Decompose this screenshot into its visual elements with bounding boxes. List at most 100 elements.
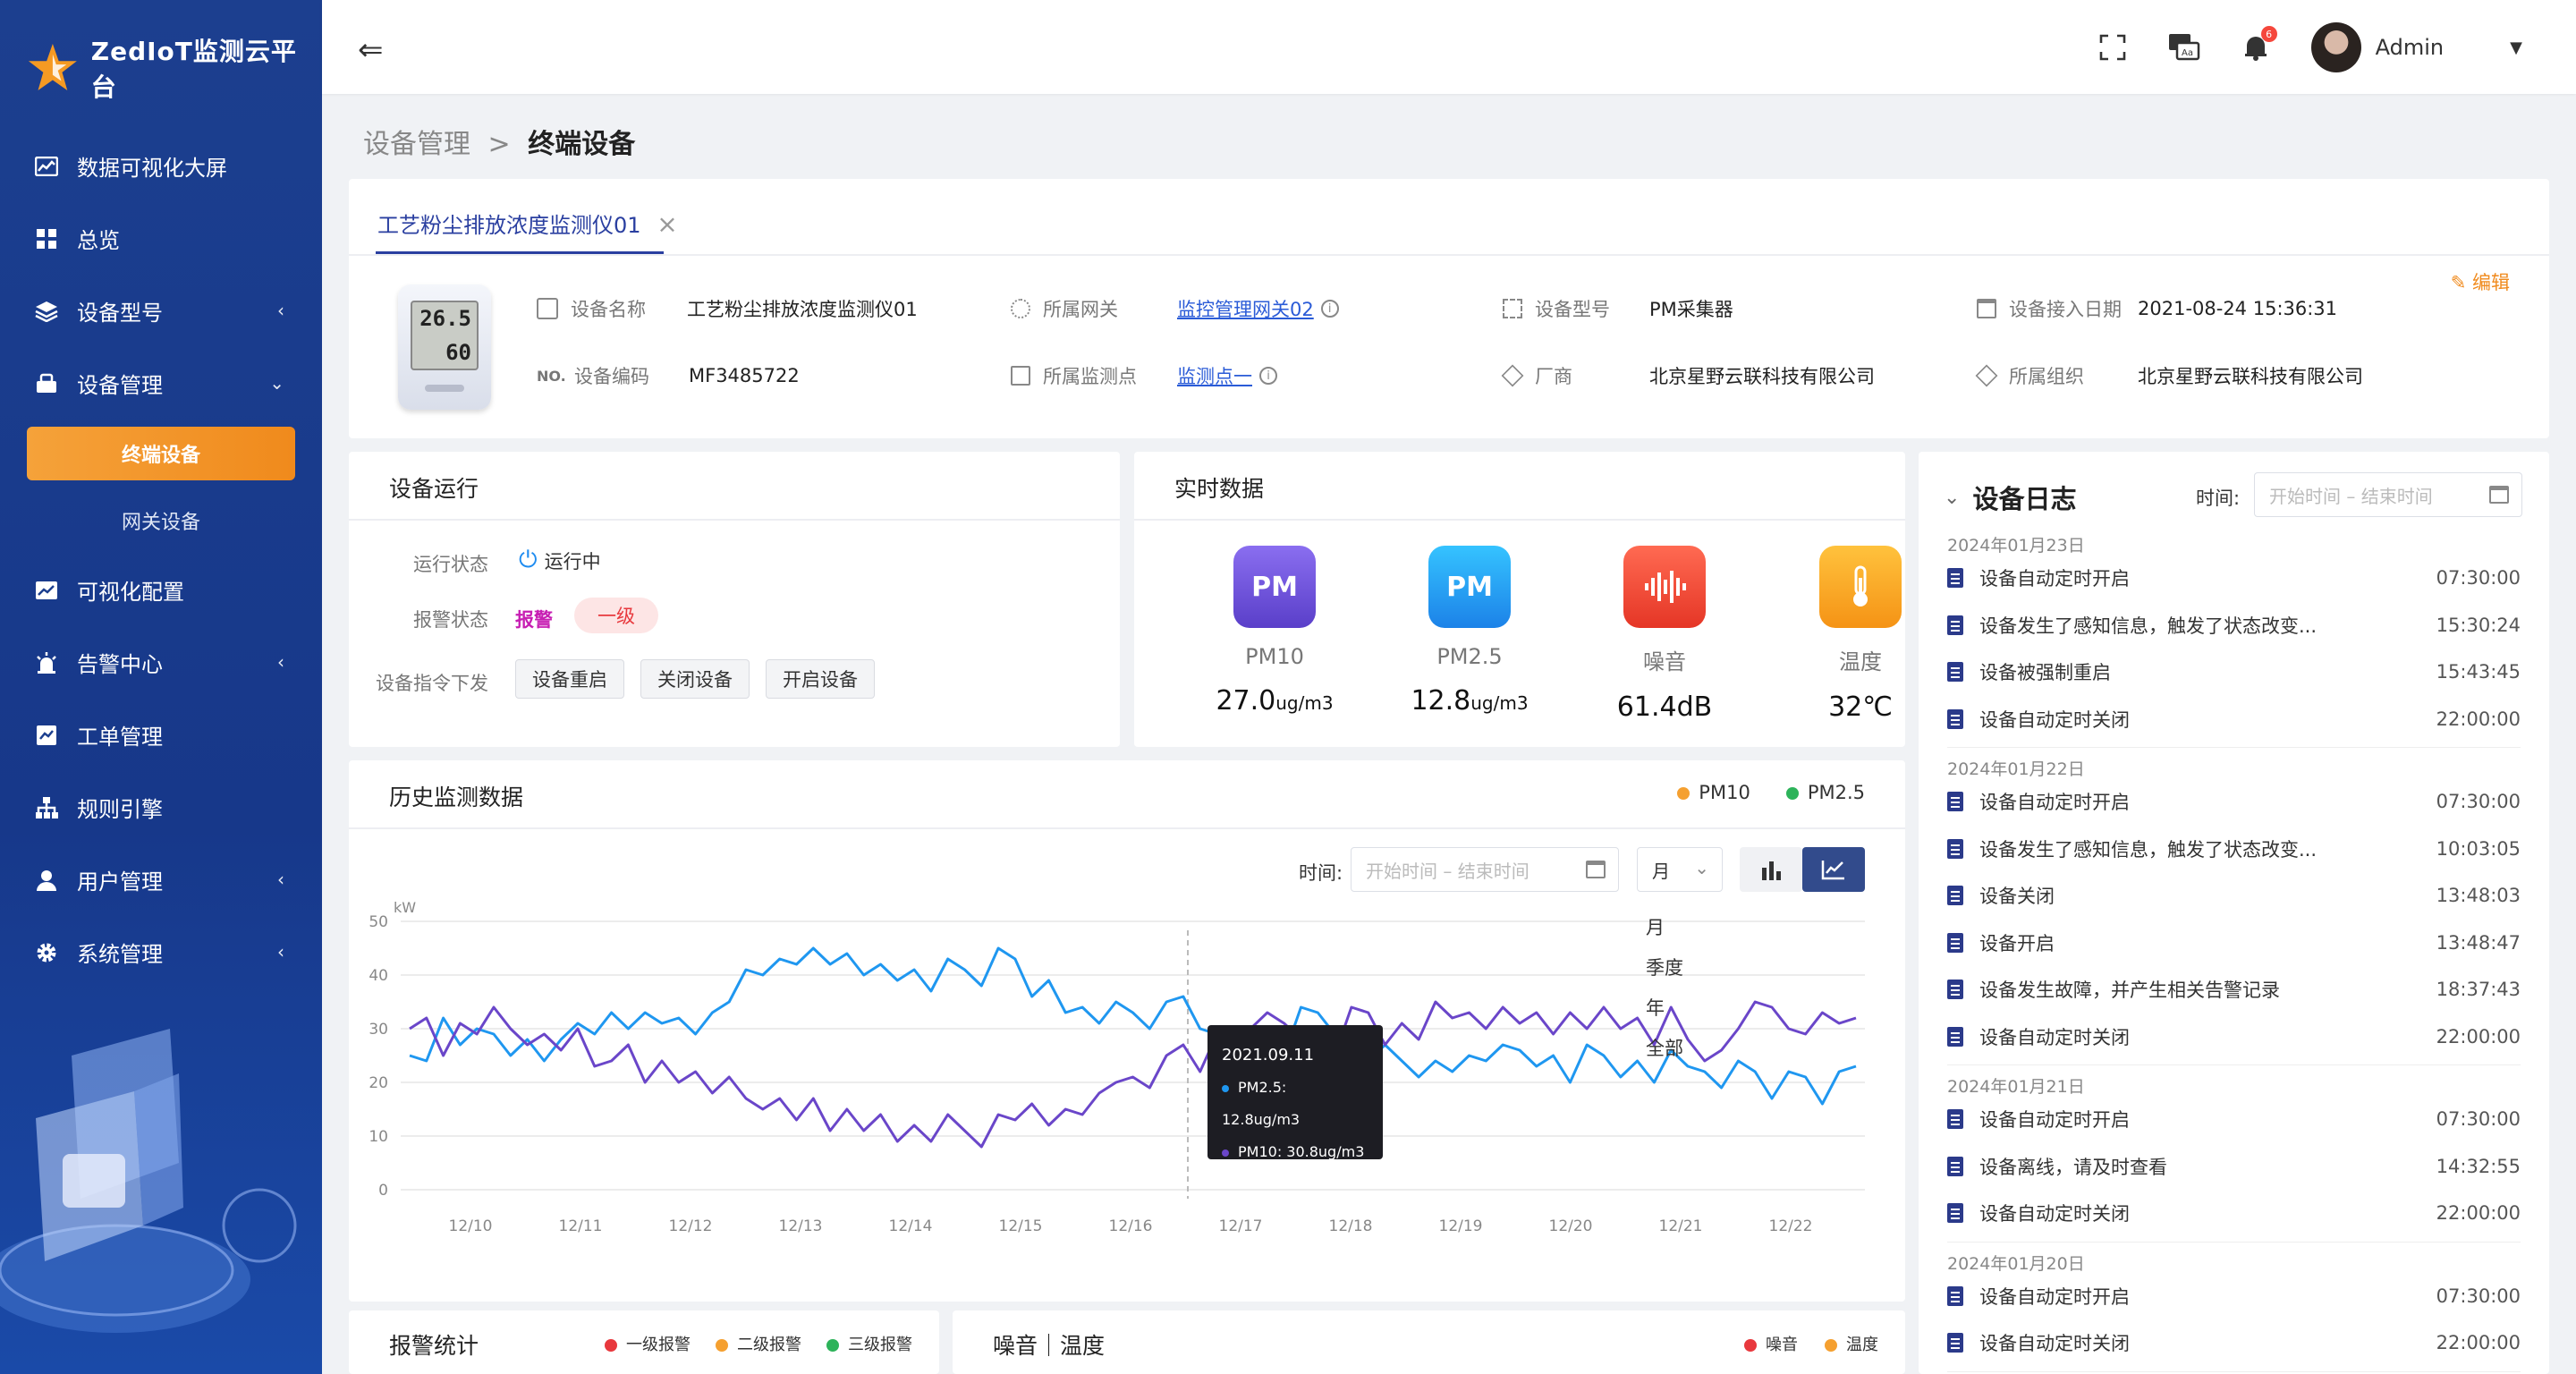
bell-icon[interactable]: 6 [2240,26,2277,64]
run-status-label: 运行状态 [413,554,488,575]
sidebar-item-label: 系统管理 [77,942,163,967]
line-chart-toggle[interactable] [1802,847,1865,892]
sidebar-item-rules[interactable]: 规则引擎 [0,771,322,844]
y-tick-label: 40 [369,967,388,985]
tooltip-row-pm25: PM2.5: 12.8ug/m3 [1222,1072,1368,1136]
file-icon [1947,1285,1963,1306]
sidebar-item-device-manage[interactable]: 设备管理 ⌄ [0,347,322,420]
sidebar-item-workorder[interactable]: 工单管理 [0,699,322,771]
top-bar-actions: Aa 6 Admin ▼ [2097,18,2522,77]
info-icon[interactable]: i [1259,367,1277,385]
log-time: 14:32:55 [2436,1155,2521,1177]
shutdown-button[interactable]: 关闭设备 [640,659,750,699]
log-time: 18:37:43 [2436,979,2521,1000]
metric-name: 噪音 [1643,649,1686,674]
legend-level-3[interactable]: 三级报警 [826,1332,912,1355]
log-row[interactable]: 设备自动定时开启 07:30:00 [1947,555,2521,601]
log-row[interactable]: 设备自动定时关闭 22:00:00 [1947,1190,2521,1236]
collapse-menu-icon[interactable]: ⇐ [358,32,384,68]
tooltip-pm10: PM10: 30.8ug/m3 [1238,1143,1365,1160]
log-date-range-input[interactable]: 开始时间 – 结束时间 [2254,472,2522,517]
log-row[interactable]: 设备自动定时开启 07:30:00 [1947,1273,2521,1319]
restart-button[interactable]: 设备重启 [515,659,624,699]
log-row[interactable]: 设备发生了感知信息，触发了状态改变... 15:30:24 [1947,602,2521,649]
fullscreen-icon[interactable] [2097,31,2129,64]
breadcrumb-parent[interactable]: 设备管理 [363,129,470,160]
log-row[interactable]: 设备被强制重启 15:43:45 [1947,649,2521,695]
user-name[interactable]: Admin [2376,35,2445,60]
period-option-all[interactable]: 全部 [1646,1029,1683,1069]
sidebar-item-visual-config[interactable]: 可视化配置 [0,554,322,626]
sidebar-subitem-gateway[interactable]: 网关设备 [0,487,322,554]
caret-down-icon[interactable]: ▼ [2510,38,2522,57]
log-row[interactable]: 设备发生了感知信息，触发了状态改变... 10:03:05 [1947,826,2521,872]
log-row[interactable]: 设备离线，请及时查看 14:32:55 [1947,1143,2521,1190]
legend-pm25[interactable]: PM2.5 [1785,782,1865,803]
device-lcd-reading-b: 60 [445,340,471,365]
log-row[interactable]: 设备自动定时关闭 22:00:00 [1947,1319,2521,1366]
breadcrumb-current: 终端设备 [528,129,636,160]
gateway-link[interactable]: 监控管理网关02 [1177,295,1314,322]
log-row[interactable]: 设备开启 13:48:47 [1947,920,2521,966]
monitor-point-link[interactable]: 监测点一 [1177,362,1252,389]
tab-device[interactable]: 工艺粉尘排放浓度监测仪01 × [377,208,678,239]
sidebar-subitem-terminal[interactable]: 终端设备 [27,426,295,480]
device-info-card: 工艺粉尘排放浓度监测仪01 × ✎ 编辑 26.5 60 设备名称 工艺粉尘排放… [349,179,2549,438]
device-name-label: 设备名称 [571,299,646,320]
command-label: 设备指令下发 [376,673,488,694]
sidebar-item-users[interactable]: 用户管理 ‹ [0,844,322,916]
language-icon[interactable]: Aa [2168,31,2200,64]
log-header[interactable]: ⌄ 设备日志 [1944,479,2076,516]
monitor-point-icon [1011,366,1030,386]
legend-pm10[interactable]: PM10 [1677,782,1750,803]
chart-tooltip: 2021.09.11 PM2.5: 12.8ug/m3 PM10: 30.8ug… [1208,1025,1383,1160]
date-range-input[interactable]: 开始时间 – 结束时间 [1351,847,1619,892]
sidebar-nav: 数据可视化大屏 总览 设备型号 ‹ 设备管理 ⌄ 终端设备 网关设备 可视化配置… [0,130,322,988]
info-icon[interactable]: i [1320,300,1339,318]
log-row[interactable]: 设备关闭 13:48:03 [1947,872,2521,919]
sidebar-item-system[interactable]: 系统管理 ‹ [0,916,322,988]
log-row[interactable]: 设备自动定时开启 07:30:00 [1947,1096,2521,1142]
legend-level-1[interactable]: 一级报警 [605,1332,691,1355]
log-row[interactable]: 设备自动定时关闭 22:00:00 [1947,696,2521,742]
legend-level-2[interactable]: 二级报警 [716,1332,801,1355]
log-date-header: 2024年01月20日 [1947,1253,2085,1274]
edit-button[interactable]: ✎ 编辑 [2451,268,2510,295]
sidebar-item-overview[interactable]: 总览 [0,202,322,275]
avatar[interactable] [2310,22,2361,72]
log-text: 设备自动定时关闭 [1979,1026,2130,1048]
log-row[interactable]: 设备自动定时关闭 22:00:00 [1947,1014,2521,1060]
legend-temperature[interactable]: 温度 [1825,1332,1878,1355]
tab-close-icon[interactable]: × [657,209,677,239]
log-row[interactable]: 设备发生故障，并产生相关告警记录 18:37:43 [1947,966,2521,1013]
sidebar-item-dashboard[interactable]: 数据可视化大屏 [0,130,322,202]
chevron-left-icon: ‹ [277,941,284,963]
period-option-quarter[interactable]: 季度 [1646,948,1683,988]
date-range-placeholder: 开始时间 – 结束时间 [1366,860,1530,882]
sidebar-item-alarm-center[interactable]: 告警中心 ‹ [0,626,322,699]
vendor-label: 厂商 [1535,366,1572,387]
start-button[interactable]: 开启设备 [766,659,875,699]
log-time: 07:30:00 [2436,1108,2521,1130]
log-date-header: 2024年01月22日 [1947,759,2085,779]
chart-area-icon [34,154,59,179]
field-gateway: 所属网关 监控管理网关02 i [1011,295,1339,322]
file-icon [1947,568,1963,588]
period-select[interactable]: 月 ⌄ [1637,847,1723,892]
x-tick-label: 12/15 [999,1217,1043,1235]
sidebar-item-label: 设备管理 [77,373,163,398]
period-option-month[interactable]: 月 [1646,908,1683,948]
log-text: 设备发生故障，并产生相关告警记录 [1979,980,2280,1001]
log-time: 10:03:05 [2436,837,2521,860]
log-row[interactable]: 设备自动定时开启 07:30:00 [1947,778,2521,825]
bar-chart-toggle[interactable] [1740,847,1802,892]
org-value: 北京星野云联科技有限公司 [2138,366,2363,387]
log-text: 设备自动定时关闭 [1979,708,2130,731]
app-logo[interactable]: ZedIoT监测云平台 [27,32,322,104]
device-name-value: 工艺粉尘排放浓度监测仪01 [687,299,918,320]
log-time: 07:30:00 [2436,1285,2521,1307]
period-option-year[interactable]: 年 [1646,988,1683,1029]
legend-noise[interactable]: 噪音 [1744,1332,1798,1355]
sidebar-item-device-model[interactable]: 设备型号 ‹ [0,275,322,347]
metric-value: 27.0ug/m3 [1194,685,1355,717]
